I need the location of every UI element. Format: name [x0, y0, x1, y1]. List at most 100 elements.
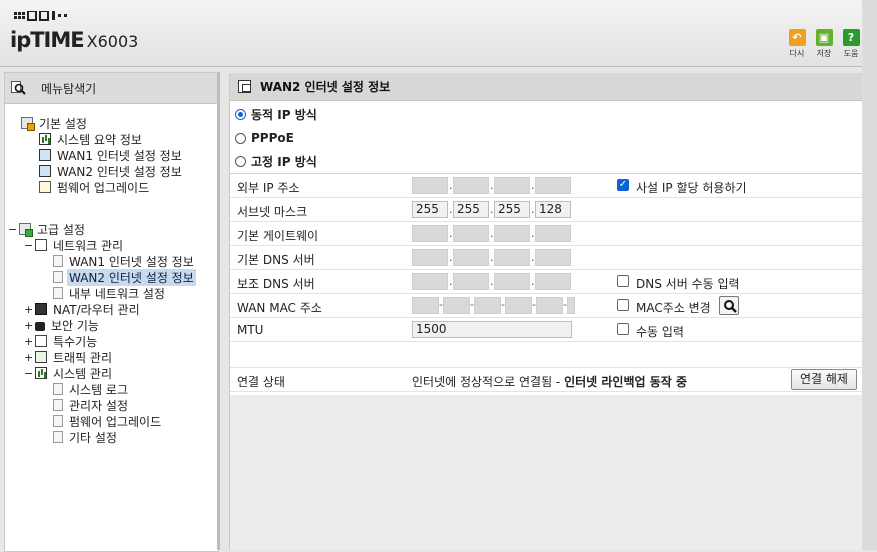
gateway-octet-2[interactable]	[453, 225, 489, 242]
tree-item-other-settings[interactable]: 기타 설정	[53, 429, 119, 445]
page-icon	[53, 255, 63, 267]
mac-search-button[interactable]	[719, 296, 739, 315]
mac-octet-4[interactable]	[505, 297, 532, 314]
subnet-octet-4[interactable]: 128	[535, 201, 571, 218]
connection-status-text: 인터넷에 정상적으로 연결됨 - 인터넷 라인백업 동작 중	[412, 373, 687, 390]
mode-dynamic-ip[interactable]: 동적 IP 방식	[235, 105, 317, 123]
settings-panel: WAN2 인터넷 설정 정보 동적 IP 방식 PPPoE 고정 IP 방식 외…	[229, 73, 870, 550]
mode-static-ip[interactable]: 고정 IP 방식	[235, 152, 317, 170]
save-button[interactable]: ▣ 저장	[812, 29, 836, 59]
save-icon: ▣	[815, 29, 833, 46]
mac-octet-1[interactable]	[412, 297, 439, 314]
monitor-icon	[39, 165, 51, 177]
router-icon	[35, 303, 47, 315]
window-icon	[238, 80, 251, 93]
mode-pppoe[interactable]: PPPoE	[235, 129, 294, 147]
mtu-manual-checkbox[interactable]	[617, 323, 629, 335]
subnet-octet-3[interactable]: 255	[494, 201, 530, 218]
tree-item-wan1-info[interactable]: WAN1 인터넷 설정 정보	[39, 147, 184, 163]
tree-item-lan-settings[interactable]: 내부 네트워크 설정	[53, 285, 167, 301]
mac-octet-6[interactable]	[567, 297, 575, 314]
radio-unselected[interactable]	[235, 132, 246, 144]
help-button[interactable]: ? 도움	[839, 29, 863, 59]
mac-octet-3[interactable]	[474, 297, 501, 314]
tree-label: WAN1 인터넷 설정 정보	[69, 254, 194, 269]
lock-icon	[35, 322, 45, 331]
tree-item-adv-wan2[interactable]: WAN2 인터넷 설정 정보	[53, 268, 196, 286]
expand-toggle-icon[interactable]: +	[24, 351, 33, 364]
dns2-octet-1[interactable]	[412, 273, 448, 290]
tree-item-system-summary[interactable]: 시스템 요약 정보	[39, 131, 144, 147]
field-label: 보조 DNS 서버	[237, 277, 315, 291]
dns-manual-checkbox[interactable]	[617, 275, 629, 287]
disconnect-button[interactable]: 연결 해제	[791, 369, 857, 390]
tree-network-management[interactable]: − 네트워크 관리	[24, 237, 125, 253]
connection-mode-group: 동적 IP 방식 PPPoE 고정 IP 방식	[230, 101, 870, 174]
gateway-octet-1[interactable]	[412, 225, 448, 242]
tree-item-admin-settings[interactable]: 관리자 설정	[53, 397, 130, 413]
mac-octet-2[interactable]	[443, 297, 470, 314]
tree-basic-settings[interactable]: 기본 설정	[21, 115, 89, 131]
dns1-octet-1[interactable]	[412, 249, 448, 266]
subnet-octet-1[interactable]: 255	[412, 201, 448, 218]
ip-octet-4[interactable]	[535, 177, 571, 194]
status-bold: 인터넷 라인백업 동작 중	[564, 375, 688, 389]
dns2-octet-4[interactable]	[535, 273, 571, 290]
tree-system-management[interactable]: − 시스템 관리	[24, 365, 114, 381]
ip-octet-3[interactable]	[494, 177, 530, 194]
expand-toggle-icon[interactable]: +	[24, 335, 33, 348]
dns2-octet-2[interactable]	[453, 273, 489, 290]
expand-toggle-icon[interactable]: +	[24, 319, 33, 332]
dns1-octet-3[interactable]	[494, 249, 530, 266]
tree-traffic[interactable]: + 트래픽 관리	[24, 349, 114, 365]
gateway-octet-4[interactable]	[535, 225, 571, 242]
collapse-toggle-icon[interactable]: −	[24, 367, 33, 380]
private-ip-checkbox[interactable]: ✓	[617, 179, 629, 191]
field-label: MTU	[237, 323, 264, 337]
ip-octet-1[interactable]	[412, 177, 448, 194]
chart-icon	[39, 133, 51, 145]
tree-label: 트래픽 관리	[53, 350, 113, 365]
tree-item-wan2-info[interactable]: WAN2 인터넷 설정 정보	[39, 163, 184, 179]
collapse-toggle-icon[interactable]: −	[24, 239, 33, 252]
mac-octet-5[interactable]	[536, 297, 563, 314]
special-features-icon	[35, 335, 47, 347]
radio-selected[interactable]	[235, 108, 246, 120]
subnet-octet-2[interactable]: 255	[453, 201, 489, 218]
gateway-octet-3[interactable]	[494, 225, 530, 242]
tree-label: 내부 네트워크 설정	[69, 286, 165, 301]
tree-item-firmware[interactable]: 펌웨어 업그레이드	[53, 413, 163, 429]
collapse-toggle-icon[interactable]: −	[8, 223, 17, 236]
mac-change-checkbox[interactable]	[617, 299, 629, 311]
field-label: 서브넷 마스크	[237, 205, 308, 219]
tree-item-adv-wan1[interactable]: WAN1 인터넷 설정 정보	[53, 253, 196, 269]
row-mtu: MTU 1500 수동 입력	[230, 318, 870, 342]
mtu-input[interactable]: 1500	[412, 321, 572, 338]
folder-icon	[21, 117, 35, 131]
dns1-octet-2[interactable]	[453, 249, 489, 266]
tree-label: 시스템 요약 정보	[57, 132, 142, 147]
radio-unselected[interactable]	[235, 155, 246, 167]
tree-special[interactable]: + 특수기능	[24, 333, 99, 349]
ip-octet-2[interactable]	[453, 177, 489, 194]
menu-explorer: 메뉴탐색기 기본 설정 시스템 요약 정보 WAN1 인터넷 설정 정보 WAN…	[4, 72, 219, 552]
tree-item-system-log[interactable]: 시스템 로그	[53, 381, 130, 397]
tree-label: 특수기능	[53, 334, 98, 349]
mode-label: PPPoE	[251, 131, 294, 145]
tree-security[interactable]: + 보안 기능	[24, 317, 101, 333]
tree-label: 네트워크 관리	[53, 238, 124, 253]
field-label: 외부 IP 주소	[237, 181, 300, 195]
dns2-octet-3[interactable]	[494, 273, 530, 290]
save-label: 저장	[816, 49, 832, 58]
undo-button[interactable]: ↶ 다시	[785, 29, 809, 59]
tree-nat-router[interactable]: + NAT/라우터 관리	[24, 301, 142, 317]
tree-advanced-settings[interactable]: − 고급 설정	[8, 221, 87, 237]
row-subnet-mask: 서브넷 마스크 255 . 255 . 255 . 128	[230, 198, 870, 222]
tree-item-firmware-upgrade[interactable]: 펌웨어 업그레이드	[39, 179, 151, 195]
row-spacer	[230, 342, 870, 368]
row-connection-status: 연결 상태 인터넷에 정상적으로 연결됨 - 인터넷 라인백업 동작 중 연결 …	[230, 368, 870, 392]
field-label: WAN MAC 주소	[237, 301, 322, 315]
expand-toggle-icon[interactable]: +	[24, 303, 33, 316]
dns1-octet-4[interactable]	[535, 249, 571, 266]
pane-splitter[interactable]	[217, 72, 220, 550]
